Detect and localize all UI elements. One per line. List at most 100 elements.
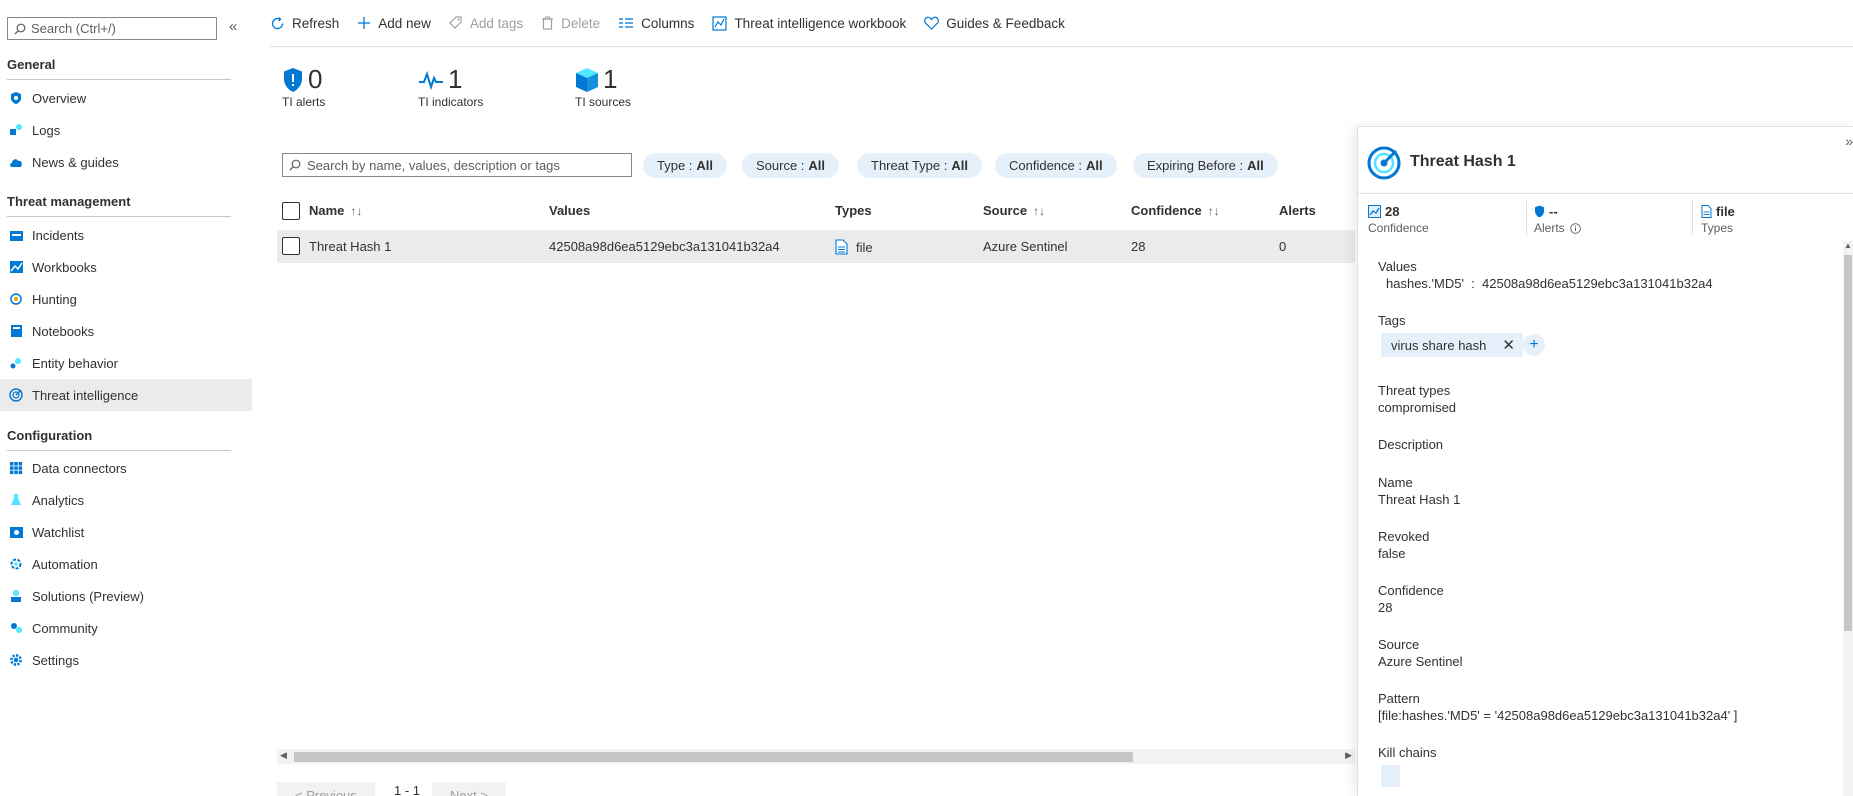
refresh-button[interactable]: Refresh [270, 16, 339, 31]
kpi-alerts: -- Alerts [1534, 204, 1581, 235]
sidebar-item-label: Watchlist [32, 524, 85, 540]
sidebar-item-label: Overview [32, 90, 87, 106]
sidebar-item-solutions[interactable]: Solutions (Preview) [0, 580, 252, 612]
target-icon [8, 291, 24, 307]
filter-expiring-value: All [1247, 158, 1264, 173]
sidebar-item-label: Logs [32, 122, 61, 138]
sidebar-item-incidents[interactable]: Incidents [0, 219, 252, 251]
sidebar-item-label: Solutions (Preview) [32, 588, 144, 604]
expand-panel-button[interactable]: » [1845, 133, 1853, 149]
column-header-source[interactable]: Source ↑↓ [983, 203, 1045, 218]
row-checkbox[interactable] [282, 237, 300, 255]
panel-scrollbar-thumb[interactable] [1844, 255, 1852, 631]
section-configuration-label: Configuration [7, 428, 93, 443]
filter-confidence-value: All [1086, 158, 1103, 173]
sidebar-item-analytics[interactable]: Analytics [0, 484, 252, 516]
add-new-button[interactable]: Add new [357, 16, 431, 31]
source-label: Source [1378, 637, 1420, 652]
columns-label: Columns [641, 15, 695, 31]
sort-icon: ↑↓ [1207, 203, 1220, 218]
chart-icon [712, 15, 728, 31]
logs-icon [8, 122, 24, 138]
scroll-left-icon[interactable]: ◀ [280, 750, 287, 761]
sidebar-item-threat-intelligence[interactable]: Threat intelligence [0, 379, 252, 411]
workbook-button[interactable]: Threat intelligence workbook [712, 16, 906, 31]
table-row[interactable] [277, 230, 1355, 263]
info-icon[interactable] [1569, 222, 1581, 234]
row-types-label: file [856, 239, 873, 255]
sidebar-search-input[interactable]: Search (Ctrl+/) [7, 17, 217, 40]
ti-indicators-label: TI indicators [418, 95, 484, 109]
panel-vertical-scrollbar[interactable]: ▲ [1843, 241, 1853, 796]
notebook-icon [8, 323, 24, 339]
section-threat-management: Threat management [7, 194, 231, 217]
automation-icon [8, 556, 24, 572]
filter-confidence[interactable]: Confidence : All [995, 153, 1117, 178]
collapse-sidebar-button[interactable]: « [229, 18, 237, 35]
sidebar-item-news[interactable]: News & guides [0, 146, 252, 178]
kpi-confidence: 28 Confidence [1368, 204, 1429, 235]
sidebar-item-settings[interactable]: Settings [0, 644, 252, 676]
column-header-confidence[interactable]: Confidence ↑↓ [1131, 203, 1220, 218]
sidebar-item-entity-behavior[interactable]: Entity behavior [0, 347, 252, 379]
sidebar-search-placeholder: Search (Ctrl+/) [31, 21, 116, 36]
confidence-label: Confidence [1378, 583, 1444, 598]
indicator-search-placeholder: Search by name, values, description or t… [307, 157, 560, 173]
filter-source[interactable]: Source : All [742, 153, 840, 178]
horizontal-scrollbar[interactable]: ◀ ▶ [277, 749, 1355, 764]
delete-button[interactable]: Delete [541, 16, 600, 31]
add-tag-button[interactable]: + [1523, 334, 1545, 356]
sidebar-item-hunting[interactable]: Hunting [0, 283, 252, 315]
sidebar-item-data-connectors[interactable]: Data connectors [0, 452, 252, 484]
sidebar: Search (Ctrl+/) « General Overview Logs … [0, 0, 252, 796]
guides-feedback-button[interactable]: Guides & Feedback [924, 16, 1065, 31]
previous-page-button[interactable]: < Previous [277, 782, 375, 796]
sidebar-item-label: Hunting [32, 291, 77, 307]
kpi-alerts-value: -- [1549, 204, 1558, 219]
filter-expiring-before[interactable]: Expiring Before : All [1133, 153, 1278, 178]
next-page-button[interactable]: Next > [432, 782, 506, 796]
section-configuration: Configuration [7, 428, 231, 451]
sidebar-item-notebooks[interactable]: Notebooks [0, 315, 252, 347]
confidence-value: 28 [1378, 600, 1393, 615]
sidebar-item-automation[interactable]: Automation [0, 548, 252, 580]
tag-chip-label: virus share hash [1391, 337, 1487, 353]
threat-intelligence-icon [8, 387, 24, 403]
sidebar-item-label: News & guides [32, 154, 119, 170]
sidebar-item-watchlist[interactable]: Watchlist [0, 516, 252, 548]
select-all-checkbox[interactable] [282, 202, 300, 220]
threat-types-value: compromised [1378, 400, 1457, 415]
scroll-up-icon[interactable]: ▲ [1844, 241, 1852, 250]
sidebar-item-workbooks[interactable]: Workbooks [0, 251, 252, 283]
scroll-right-icon[interactable]: ▶ [1345, 750, 1352, 761]
sidebar-item-community[interactable]: Community [0, 612, 252, 644]
source-value: Azure Sentinel [1378, 654, 1463, 669]
kill-chain-input[interactable] [1381, 765, 1400, 787]
columns-button[interactable]: Columns [618, 16, 694, 31]
column-types-label: Types [835, 203, 872, 218]
sidebar-item-label: Entity behavior [32, 355, 118, 371]
filter-confidence-label: Confidence : [1009, 158, 1082, 173]
filter-type-label: Type : [657, 158, 693, 173]
description-label: Description [1378, 437, 1444, 452]
workbook-label: Threat intelligence workbook [734, 15, 907, 31]
filter-type[interactable]: Type : All [643, 153, 728, 178]
shield-icon [8, 90, 24, 106]
add-tags-button[interactable]: Add tags [448, 16, 523, 31]
revoked-label: Revoked [1378, 529, 1430, 544]
close-icon[interactable]: ✕ [1502, 336, 1515, 354]
column-header-types[interactable]: Types [835, 203, 872, 218]
pulse-icon [419, 70, 443, 90]
row-source: Azure Sentinel [983, 239, 1068, 254]
column-header-alerts[interactable]: Alerts [1279, 203, 1316, 218]
horizontal-scrollbar-thumb[interactable] [294, 752, 1133, 762]
heart-icon [924, 16, 940, 30]
column-header-values[interactable]: Values [549, 203, 590, 218]
sidebar-item-logs[interactable]: Logs [0, 114, 252, 146]
filter-threat-type[interactable]: Threat Type : All [857, 153, 982, 178]
sidebar-item-overview[interactable]: Overview [0, 82, 252, 114]
row-name: Threat Hash 1 [309, 239, 392, 254]
section-general-label: General [7, 57, 56, 72]
indicator-search-input[interactable]: Search by name, values, description or t… [282, 153, 632, 177]
column-header-name[interactable]: Name ↑↓ [309, 203, 362, 218]
